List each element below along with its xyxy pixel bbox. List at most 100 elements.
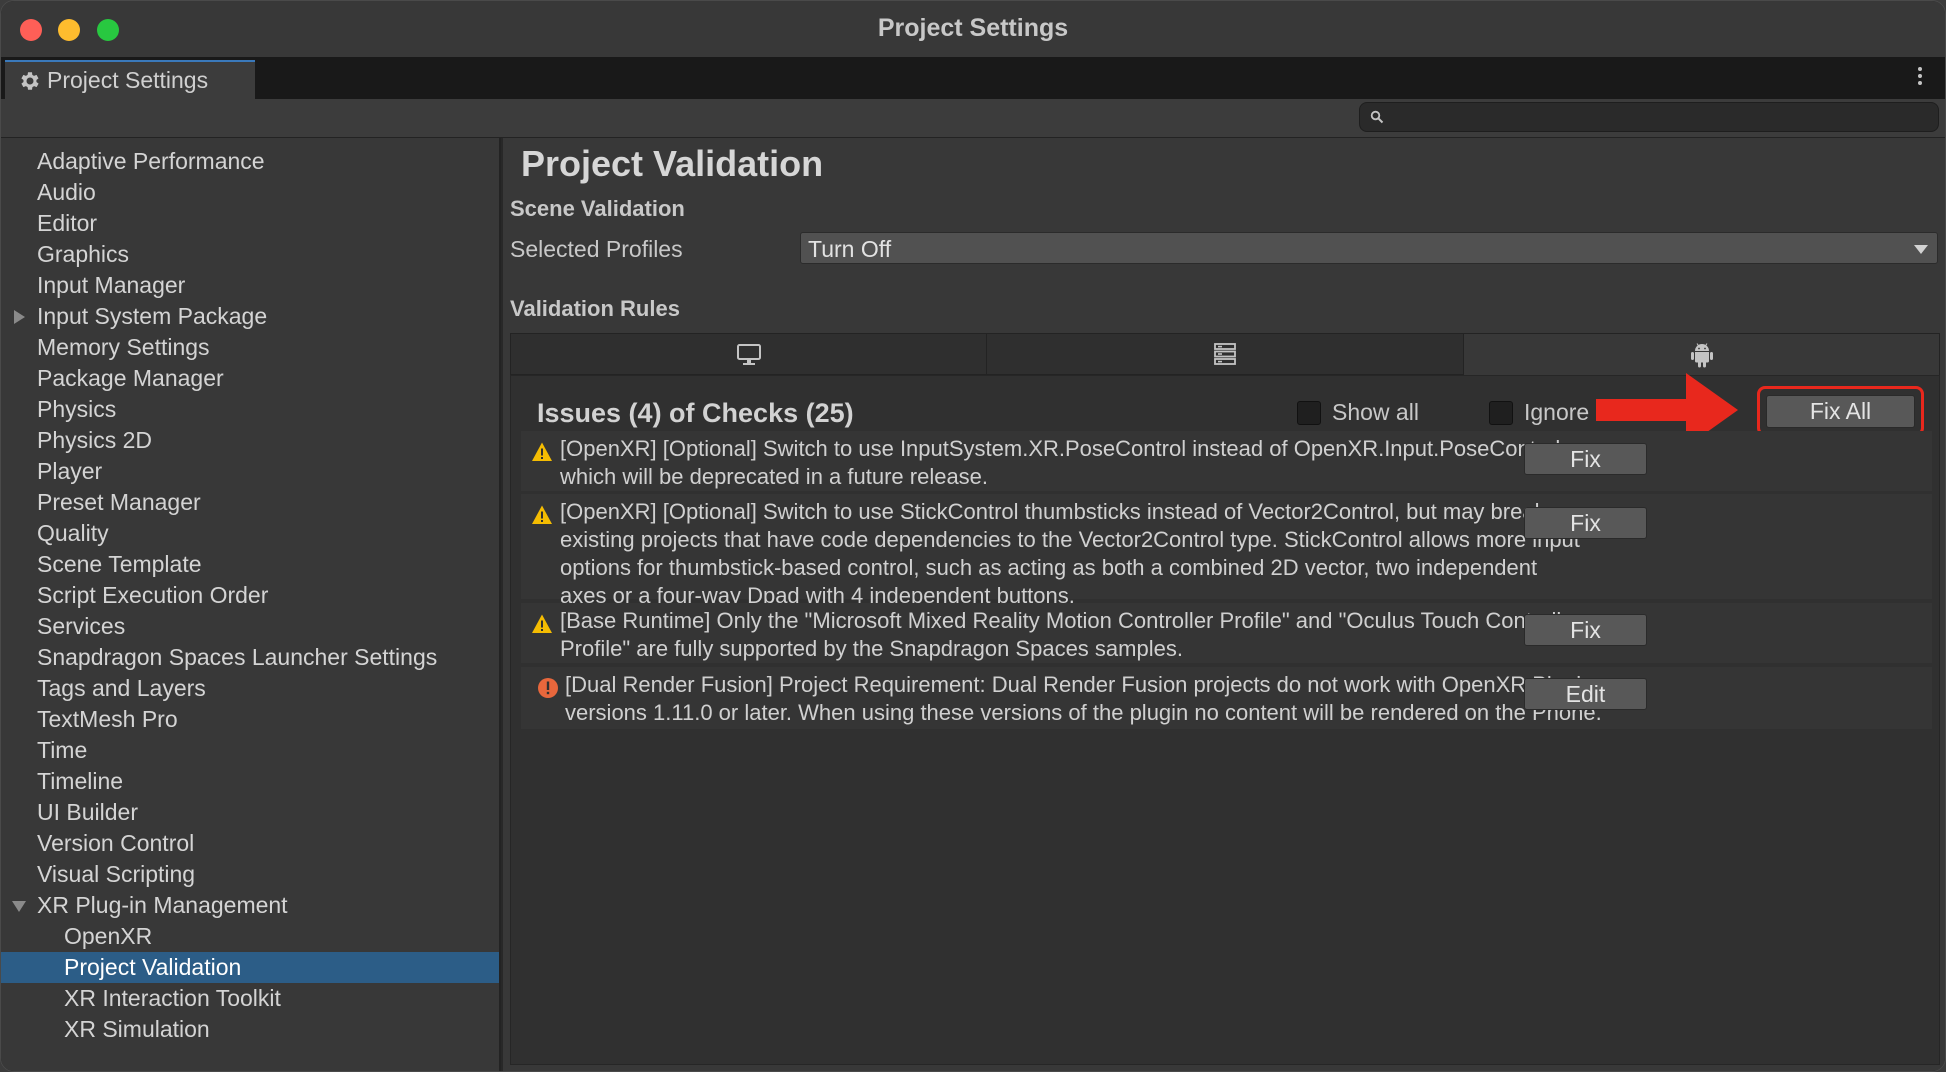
sidebar-item-label: Audio xyxy=(37,179,96,205)
project-settings-window: Project Settings Project Settings Adapti… xyxy=(0,0,1946,1072)
warning-icon xyxy=(532,442,552,461)
edit-button[interactable]: Edit xyxy=(1524,678,1647,710)
sidebar-item-snapdragon-spaces-launcher-settings[interactable]: Snapdragon Spaces Launcher Settings xyxy=(1,642,499,673)
sidebar-item-quality[interactable]: Quality xyxy=(1,518,499,549)
error-icon xyxy=(538,678,558,698)
search-input[interactable] xyxy=(1392,105,1932,129)
sidebar-item-tags-and-layers[interactable]: Tags and Layers xyxy=(1,673,499,704)
sidebar-item-physics[interactable]: Physics xyxy=(1,394,499,425)
sidebar-item-physics-2d[interactable]: Physics 2D xyxy=(1,425,499,456)
warning-icon xyxy=(532,505,552,524)
window-title: Project Settings xyxy=(877,14,1069,42)
sidebar-item-adaptive-performance[interactable]: Adaptive Performance xyxy=(1,146,499,177)
tab-dedicated-server[interactable] xyxy=(986,333,1464,375)
sidebar-item-version-control[interactable]: Version Control xyxy=(1,828,499,859)
chevron-down-icon xyxy=(1914,245,1928,254)
sidebar-item-label: Player xyxy=(37,458,103,484)
sidebar-item-label: XR Plug-in Management xyxy=(37,892,288,918)
sidebar-item-label: Visual Scripting xyxy=(37,861,196,887)
sidebar-item-label: Input Manager xyxy=(37,272,186,298)
sidebar-item-label: Editor xyxy=(37,210,98,236)
fix-all-button[interactable]: Fix All xyxy=(1766,395,1915,428)
fix-button[interactable]: Fix xyxy=(1524,507,1647,539)
sidebar-item-input-system-package[interactable]: Input System Package xyxy=(1,301,499,332)
tab-project-settings[interactable]: Project Settings xyxy=(5,60,255,99)
sidebar-item-timeline[interactable]: Timeline xyxy=(1,766,499,797)
validation-rules-heading: Validation Rules xyxy=(510,296,680,321)
sidebar-item-label: XR Simulation xyxy=(64,1016,210,1042)
sidebar-item-ui-builder[interactable]: UI Builder xyxy=(1,797,499,828)
issue-row: [Base Runtime] Only the "Microsoft Mixed… xyxy=(521,603,1932,663)
sidebar-item-memory-settings[interactable]: Memory Settings xyxy=(1,332,499,363)
issue-row: [Dual Render Fusion] Project Requirement… xyxy=(521,667,1932,729)
issue-row: [OpenXR] [Optional] Switch to use StickC… xyxy=(521,494,1932,608)
sidebar-item-player[interactable]: Player xyxy=(1,456,499,487)
sidebar-item-label: Physics 2D xyxy=(37,427,153,453)
title-bar: Project Settings xyxy=(1,1,1945,57)
sidebar-item-script-execution-order[interactable]: Script Execution Order xyxy=(1,580,499,611)
sidebar-item-label: Preset Manager xyxy=(37,489,201,515)
sidebar-item-graphics[interactable]: Graphics xyxy=(1,239,499,270)
sidebar-item-label: Version Control xyxy=(37,830,195,856)
sidebar-item-scene-template[interactable]: Scene Template xyxy=(1,549,499,580)
scene-validation-heading: Scene Validation xyxy=(510,196,685,221)
server-icon xyxy=(1214,343,1236,365)
sidebar-item-preset-manager[interactable]: Preset Manager xyxy=(1,487,499,518)
main-panel: Project Validation Scene Validation Sele… xyxy=(503,138,1945,1071)
sidebar-item-label: Project Validation xyxy=(64,954,242,980)
sidebar-item-visual-scripting[interactable]: Visual Scripting xyxy=(1,859,499,890)
sidebar-item-label: TextMesh Pro xyxy=(37,706,178,732)
monitor-icon xyxy=(736,344,761,365)
sidebar-item-textmesh-pro[interactable]: TextMesh Pro xyxy=(1,704,499,735)
sidebar-item-xr-simulation[interactable]: XR Simulation xyxy=(1,1014,499,1045)
sidebar-item-label: OpenXR xyxy=(64,923,153,949)
sidebar-item-label: Timeline xyxy=(37,768,124,794)
issues-summary: Issues (4) of Checks (25) xyxy=(537,398,854,428)
sidebar-item-package-manager[interactable]: Package Manager xyxy=(1,363,499,394)
show-all-label: Show all xyxy=(1332,399,1419,425)
sidebar-item-label: Physics xyxy=(37,396,117,422)
chevron-right-icon[interactable] xyxy=(14,310,25,324)
sidebar-item-openxr[interactable]: OpenXR xyxy=(1,921,499,952)
sidebar-item-xr-interaction-toolkit[interactable]: XR Interaction Toolkit xyxy=(1,983,499,1014)
settings-sidebar: Adaptive Performance Audio Editor Graphics I… xyxy=(1,138,501,1071)
chevron-down-icon[interactable] xyxy=(12,901,26,912)
search-box xyxy=(1359,102,1939,132)
sidebar-item-time[interactable]: Time xyxy=(1,735,499,766)
ignore-checkbox[interactable] xyxy=(1489,401,1513,425)
validation-panel: Issues (4) of Checks (25) Show all Ignor… xyxy=(510,373,1940,1065)
tab-label: Project Settings xyxy=(47,67,209,93)
sidebar-item-label: Time xyxy=(37,737,88,763)
sidebar-item-label: UI Builder xyxy=(37,799,138,825)
fix-all-highlight: Fix All xyxy=(1757,386,1924,436)
show-all-checkbox[interactable] xyxy=(1297,401,1321,425)
selected-profiles-label: Selected Profiles xyxy=(510,236,683,262)
issue-row: [OpenXR] [Optional] Switch to use InputS… xyxy=(521,431,1932,491)
selected-profiles-value: Turn Off xyxy=(808,236,892,262)
selected-profiles-dropdown[interactable]: Turn Off xyxy=(800,232,1938,264)
fix-button[interactable]: Fix xyxy=(1524,614,1647,646)
sidebar-item-label: Adaptive Performance xyxy=(37,148,265,174)
tab-strip: Project Settings xyxy=(1,57,1945,99)
sidebar-item-label: Input System Package xyxy=(37,303,268,329)
sidebar-item-input-manager[interactable]: Input Manager xyxy=(1,270,499,301)
warning-icon xyxy=(532,614,552,633)
sidebar-item-label: XR Interaction Toolkit xyxy=(64,985,281,1011)
toolbar xyxy=(1,99,1945,138)
sidebar-item-editor[interactable]: Editor xyxy=(1,208,499,239)
sidebar-item-audio[interactable]: Audio xyxy=(1,177,499,208)
sidebar-item-label: Scene Template xyxy=(37,551,202,577)
sidebar-item-project-validation[interactable]: Project Validation xyxy=(1,952,499,983)
issue-message-line: options for thumbstick-based control, su… xyxy=(560,555,1538,580)
sidebar-item-label: Script Execution Order xyxy=(37,582,269,608)
tab-standalone[interactable] xyxy=(510,333,987,375)
sidebar-item-label: Package Manager xyxy=(37,365,224,391)
fix-button[interactable]: Fix xyxy=(1524,443,1647,475)
sidebar-item-label: Services xyxy=(37,613,126,639)
sidebar-item-label: Snapdragon Spaces Launcher Settings xyxy=(37,644,438,670)
sidebar-item-label: Graphics xyxy=(37,241,130,267)
more-options-icon[interactable] xyxy=(1917,67,1923,89)
sidebar-item-xr-plug-in-management[interactable]: XR Plug-in Management xyxy=(1,890,499,921)
sidebar-item-services[interactable]: Services xyxy=(1,611,499,642)
page-title: Project Validation xyxy=(521,143,824,184)
